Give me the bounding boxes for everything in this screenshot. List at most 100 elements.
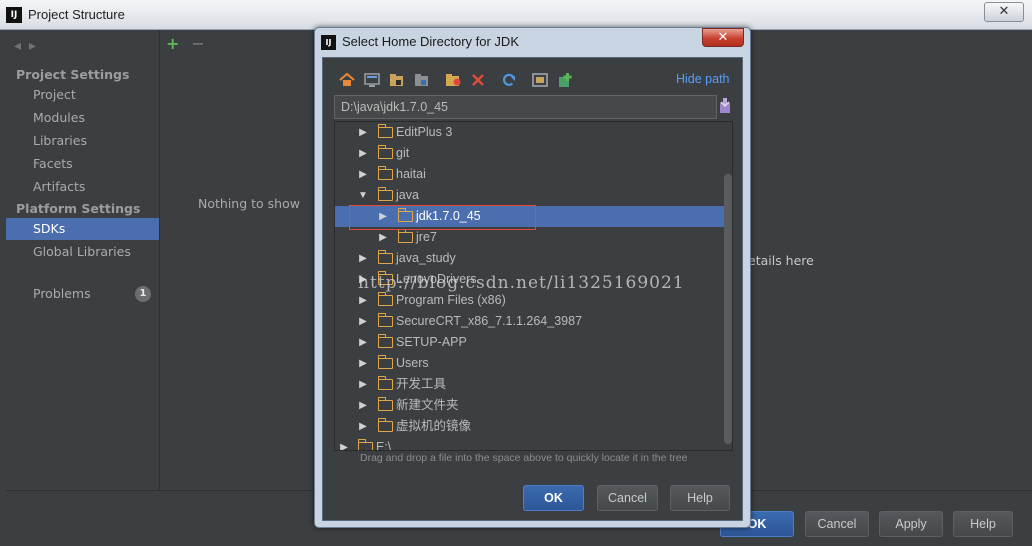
tree-item-git[interactable]: ▶ git	[335, 143, 732, 164]
nav-item-project[interactable]: Project	[6, 84, 159, 106]
path-history-icon[interactable]	[718, 97, 732, 115]
dialog-logo-icon: IJ	[321, 35, 336, 50]
tree-item-label: java	[396, 188, 419, 202]
problems-count-badge: 1	[135, 286, 151, 302]
tree-item-program-files-x86[interactable]: ▶ Program Files (x86)	[335, 290, 732, 311]
expand-arrow-icon[interactable]: ▶	[358, 311, 368, 332]
nav-history: ◂▸	[14, 38, 44, 54]
tree-item-label: SecureCRT_x86_7.1.1.264_3987	[396, 314, 583, 328]
expand-arrow-icon[interactable]: ▶	[358, 290, 368, 311]
remove-sdk-button[interactable]: −	[191, 34, 204, 53]
empty-list-text: Nothing to show	[198, 196, 300, 211]
folder-icon	[377, 334, 393, 348]
folder-icon	[357, 439, 373, 450]
nav-item-libraries[interactable]: Libraries	[6, 130, 159, 152]
window-close-button[interactable]: ✕	[984, 2, 1024, 22]
cancel-button[interactable]: Cancel	[805, 511, 869, 537]
tree-item-label: E:\	[376, 440, 392, 451]
project-folder-icon[interactable]	[388, 71, 406, 89]
tree-item-dev-tools[interactable]: ▶ 开发工具	[335, 374, 732, 395]
window-titlebar: IJ Project Structure ✕	[0, 0, 1032, 30]
home-icon[interactable]	[338, 71, 356, 89]
folder-icon	[397, 229, 413, 243]
folder-icon	[377, 145, 393, 159]
expand-arrow-icon[interactable]: ▶	[358, 416, 368, 437]
tree-item-editplus3[interactable]: ▶ EditPlus 3	[335, 122, 732, 143]
nav-item-global-libraries[interactable]: Global Libraries	[6, 241, 159, 263]
expand-arrow-icon[interactable]: ▶	[378, 227, 388, 248]
expand-arrow-icon[interactable]: ▶	[358, 353, 368, 374]
nav-item-sdks[interactable]: SDKs	[6, 218, 159, 240]
folder-icon	[377, 187, 393, 201]
tree-item-setup-app[interactable]: ▶ SETUP-APP	[335, 332, 732, 353]
forward-arrow-icon[interactable]: ▸	[29, 38, 44, 54]
new-folder-icon[interactable]	[444, 71, 462, 89]
expand-arrow-icon[interactable]: ▶	[358, 122, 368, 143]
nav-item-modules[interactable]: Modules	[6, 107, 159, 129]
path-input[interactable]: D:\java\jdk1.7.0_45	[334, 95, 717, 119]
nav-item-facets[interactable]: Facets	[6, 153, 159, 175]
expand-arrow-icon[interactable]: ▶	[358, 248, 368, 269]
expand-arrow-icon[interactable]: ▶	[358, 374, 368, 395]
watermark-text: http://blog.csdn.net/li1325169021	[358, 273, 685, 293]
new-file-icon[interactable]	[556, 71, 574, 89]
refresh-icon[interactable]	[500, 71, 518, 89]
window-title: Project Structure	[28, 7, 125, 22]
tree-item-java-study[interactable]: ▶ java_study	[335, 248, 732, 269]
expand-arrow-icon[interactable]: ▶	[358, 164, 368, 185]
tree-item-label: Program Files (x86)	[396, 293, 506, 307]
tree-item-label: haitai	[396, 167, 426, 181]
desktop-icon[interactable]	[363, 71, 381, 89]
folder-icon	[377, 124, 393, 138]
apply-button[interactable]: Apply	[879, 511, 943, 537]
expand-arrow-icon[interactable]: ▶	[358, 143, 368, 164]
nav-item-problems[interactable]: Problems 1	[6, 283, 159, 305]
tree-item-new-folder[interactable]: ▶ 新建文件夹	[335, 395, 732, 416]
platform-settings-header: Platform Settings	[16, 201, 141, 216]
tree-item-users[interactable]: ▶ Users	[335, 353, 732, 374]
module-folder-icon[interactable]	[413, 71, 431, 89]
show-hidden-icon[interactable]	[531, 71, 549, 89]
tree-item-securecrt[interactable]: ▶ SecureCRT_x86_7.1.1.264_3987	[335, 311, 732, 332]
tree-item-drive-e[interactable]: ▶ E:\	[335, 437, 732, 451]
intellij-logo-icon: IJ	[6, 7, 22, 23]
tree-item-label: SETUP-APP	[396, 335, 467, 349]
folder-icon	[377, 355, 393, 369]
details-placeholder-text: etails here	[748, 253, 814, 268]
folder-icon	[377, 397, 393, 411]
dialog-cancel-button[interactable]: Cancel	[597, 485, 658, 511]
tree-item-vm-images[interactable]: ▶ 虚拟机的镜像	[335, 416, 732, 437]
sdk-toolbar: + −	[166, 34, 205, 53]
back-arrow-icon[interactable]: ◂	[14, 38, 29, 54]
tree-item-label: Users	[396, 356, 429, 370]
dialog-title: Select Home Directory for JDK	[342, 34, 519, 49]
expand-arrow-icon[interactable]: ▶	[358, 332, 368, 353]
tree-item-label: EditPlus 3	[396, 125, 453, 139]
dialog-titlebar: IJ Select Home Directory for JDK ✕	[315, 28, 750, 56]
hide-path-link[interactable]: Hide path	[676, 72, 730, 86]
folder-icon	[377, 376, 393, 390]
folder-icon	[377, 418, 393, 432]
dialog-close-button[interactable]: ✕	[702, 28, 744, 47]
tree-item-label: jre7	[416, 230, 437, 244]
drag-drop-hint: Drag and drop a file into the space abov…	[360, 452, 688, 464]
dialog-help-button[interactable]: Help	[670, 485, 730, 511]
expand-arrow-icon[interactable]: ▶	[358, 395, 368, 416]
tree-item-java[interactable]: ▼ java	[335, 185, 732, 206]
tree-item-jre7[interactable]: ▶ jre7	[335, 227, 732, 248]
folder-icon	[377, 313, 393, 327]
delete-icon[interactable]	[469, 71, 487, 89]
expand-arrow-icon[interactable]: ▶	[339, 437, 349, 450]
annotation-highlight-box	[349, 205, 536, 230]
tree-item-label: 新建文件夹	[396, 398, 459, 412]
tree-item-label: 开发工具	[396, 377, 447, 391]
collapse-arrow-icon[interactable]: ▼	[358, 185, 368, 206]
nav-item-artifacts[interactable]: Artifacts	[6, 176, 159, 198]
tree-item-haitai[interactable]: ▶ haitai	[335, 164, 732, 185]
settings-nav-pane: ◂▸ Project Settings Project Modules Libr…	[6, 30, 160, 490]
tree-scrollbar[interactable]	[724, 174, 732, 444]
help-button[interactable]: Help	[953, 511, 1013, 537]
dialog-ok-button[interactable]: OK	[523, 485, 584, 511]
add-sdk-button[interactable]: +	[166, 34, 179, 53]
tree-item-label: java_study	[396, 251, 456, 265]
